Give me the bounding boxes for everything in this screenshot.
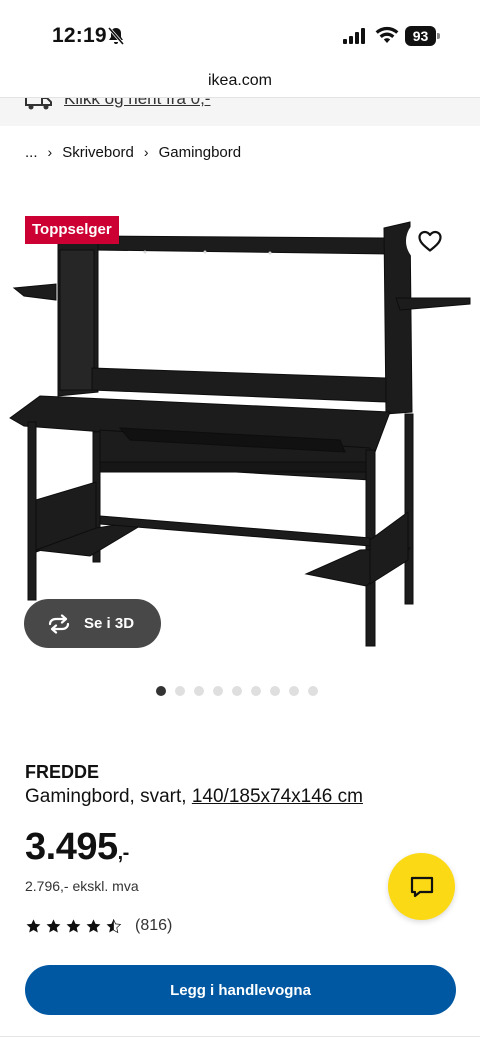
bell-muted-icon	[107, 27, 125, 45]
pickup-truck-icon	[25, 98, 52, 110]
divider	[0, 1036, 480, 1037]
rating-stars	[25, 918, 122, 935]
breadcrumb-ellipsis[interactable]: ...	[25, 144, 38, 161]
breadcrumb-item-skrivebord[interactable]: Skrivebord	[62, 144, 134, 161]
battery-indicator: 93	[405, 26, 440, 46]
review-count: (816)	[135, 917, 173, 934]
image-carousel-dots	[156, 686, 318, 696]
carousel-dot[interactable]	[289, 686, 299, 696]
chevron-right-icon: ›	[143, 144, 149, 160]
view-in-3d-label: Se i 3D	[84, 615, 135, 632]
favorite-button[interactable]	[406, 217, 454, 265]
battery-level: 93	[405, 26, 436, 46]
carousel-dot[interactable]	[194, 686, 204, 696]
chevron-right-icon: ›	[47, 144, 53, 160]
breadcrumb-item-gamingbord[interactable]: Gamingbord	[159, 144, 242, 161]
price-excluding-vat: 2.796,- ekskl. mva	[25, 878, 139, 894]
rotate-3d-icon	[48, 613, 70, 634]
status-time: 12:19	[52, 24, 107, 47]
product-name: FREDDE	[25, 762, 100, 782]
star-full-icon	[26, 918, 41, 933]
chat-button[interactable]	[388, 853, 455, 920]
carousel-dot[interactable]	[232, 686, 242, 696]
star-half-icon	[106, 918, 122, 933]
product-rating[interactable]: (816)	[25, 917, 172, 935]
carousel-dot[interactable]	[175, 686, 185, 696]
browser-url-bar[interactable]: ikea.com	[0, 70, 480, 97]
wifi-icon	[375, 26, 399, 43]
promo-link[interactable]: Klikk og hent fra 0,-	[64, 98, 210, 109]
battery-tip	[437, 33, 440, 39]
product-price: 3.495,-	[25, 826, 129, 869]
breadcrumb: ... › Skrivebord › Gamingbord	[25, 141, 241, 163]
chat-bubble-icon	[410, 876, 433, 897]
star-full-icon	[86, 918, 101, 933]
price-amount: 3.495	[25, 826, 118, 868]
view-in-3d-button[interactable]: Se i 3D	[24, 599, 161, 648]
status-bar: 12:19 93	[0, 0, 480, 70]
product-type: Gamingbord, svart,	[25, 786, 192, 807]
promo-strip[interactable]: Klikk og hent fra 0,-	[0, 97, 480, 126]
add-to-cart-label: Legg i handlevogna	[170, 981, 311, 999]
star-full-icon	[46, 918, 61, 933]
carousel-dot[interactable]	[270, 686, 280, 696]
price-suffix: ,-	[117, 842, 130, 864]
top-seller-badge: Toppselger	[25, 216, 119, 244]
carousel-dot[interactable]	[308, 686, 318, 696]
star-full-icon	[66, 918, 81, 933]
product-dimensions-link[interactable]: 140/185x74x146 cm	[192, 786, 363, 807]
cellular-signal-icon	[343, 28, 365, 44]
heart-icon	[418, 230, 442, 252]
browser-url: ikea.com	[207, 72, 273, 89]
carousel-dot[interactable]	[156, 686, 166, 696]
add-to-cart-button[interactable]: Legg i handlevogna	[25, 965, 456, 1015]
product-description: Gamingbord, svart, 140/185x74x146 cm	[25, 786, 363, 808]
carousel-dot[interactable]	[251, 686, 261, 696]
carousel-dot[interactable]	[213, 686, 223, 696]
